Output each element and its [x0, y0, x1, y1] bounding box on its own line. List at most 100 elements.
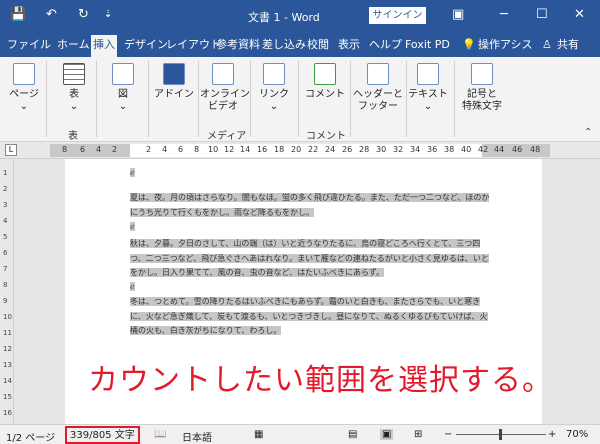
paragraph-mark: ℯ: [130, 168, 135, 177]
ruler-tick: 12: [224, 145, 235, 154]
ruler-tick: 14: [240, 145, 251, 154]
ruler-tick: 4: [162, 145, 168, 154]
comment-icon: [314, 63, 336, 85]
annotation-text: カウントしたい範囲を選択する。: [88, 363, 553, 398]
tell-me-box[interactable]: 操作アシス: [478, 37, 533, 53]
paragraph-winter[interactable]: 冬は、つとめて。雪の降りたるはいふべきにもあらず。霜のいと白きも、またさらでも、…: [130, 295, 490, 339]
ruler-tick: 4: [3, 217, 8, 225]
accessibility-icon[interactable]: ▦: [254, 429, 263, 440]
word-count[interactable]: 339/805 文字: [65, 426, 140, 444]
tab-view[interactable]: 表示: [338, 37, 360, 53]
ruler-tick: 24: [325, 145, 336, 154]
ribbon: ページ ⌄ 表 ⌄ 表 図 ⌄ アドイン オンライン ビデオ メディア リンク …: [0, 57, 600, 142]
ruler-tick: 42: [478, 145, 489, 154]
minimize-button[interactable]: ─: [500, 6, 508, 24]
online-video-icon: [212, 63, 234, 85]
page-count[interactable]: 1/2 ページ: [6, 429, 55, 444]
ruler-tick: 48: [530, 145, 541, 154]
ruler-tick: 15: [3, 393, 12, 401]
ruler-tick: 18: [274, 145, 285, 154]
addin-button[interactable]: アドイン: [154, 63, 194, 101]
picture-icon: [112, 63, 134, 85]
document-title: 文書 1 - Word: [248, 11, 320, 24]
omega-icon: [471, 63, 493, 85]
tab-selector[interactable]: L: [5, 144, 17, 156]
ribbon-display-options-icon[interactable]: ▣: [452, 6, 464, 24]
undo-icon[interactable]: ↶: [46, 7, 57, 23]
ruler-tick: 6: [3, 249, 8, 257]
tab-file[interactable]: ファイル: [7, 37, 51, 53]
print-layout-icon[interactable]: ▣: [380, 429, 394, 440]
maximize-button[interactable]: ☐: [536, 6, 548, 24]
ruler-tick: 8: [62, 145, 68, 154]
ruler-tick: 5: [3, 233, 8, 241]
paragraph-mark: ℯ: [130, 222, 135, 231]
paragraph-autumn[interactable]: 秋は、夕暮。夕日のさして、山の端（は）いと近うなりたるに、烏の寝どころへ行くとて…: [130, 237, 490, 281]
ribbon-tabs: ファイル ホーム 挿入 デザイン レイアウト 参考資料 差し込み 校閲 表示 ヘ…: [0, 33, 600, 57]
signin-button[interactable]: サインイン: [369, 7, 426, 24]
tab-mailings[interactable]: 差し込み: [262, 37, 306, 53]
ruler-tick: 10: [208, 145, 219, 154]
text-button[interactable]: テキスト ⌄: [406, 63, 450, 113]
web-layout-icon[interactable]: ⊞: [414, 429, 422, 440]
comment-button[interactable]: コメント: [304, 63, 346, 101]
ruler-tick: 13: [3, 361, 12, 369]
read-mode-icon[interactable]: ▤: [348, 429, 357, 440]
ruler-tick: 1: [3, 169, 8, 177]
picture-button[interactable]: 図 ⌄: [106, 63, 140, 113]
tab-review[interactable]: 校閲: [307, 37, 329, 53]
symbols-button[interactable]: 記号と 特殊文字: [456, 63, 508, 113]
text-icon: [417, 63, 439, 85]
ruler-tick: 46: [512, 145, 523, 154]
ruler-tick: 28: [359, 145, 370, 154]
ruler-tick: 20: [291, 145, 302, 154]
proofing-icon[interactable]: 📖: [154, 429, 166, 440]
page-button[interactable]: ページ ⌄: [8, 63, 40, 113]
ruler-tick: 2: [112, 145, 118, 154]
online-video-button[interactable]: オンライン ビデオ: [200, 63, 250, 113]
ruler-tick: 16: [3, 409, 12, 417]
save-icon[interactable]: 💾: [10, 7, 26, 23]
zoom-in-button[interactable]: +: [548, 429, 556, 440]
zoom-out-button[interactable]: −: [444, 429, 452, 440]
separator: [454, 61, 455, 137]
status-bar: 1/2 ページ 339/805 文字 📖 日本語 ▦ ▤ ▣ ⊞ − + 70%: [0, 424, 600, 444]
tab-references[interactable]: 参考資料: [216, 37, 260, 53]
ruler-tick: 8: [194, 145, 200, 154]
close-button[interactable]: ✕: [574, 6, 585, 24]
redo-icon[interactable]: ↻: [78, 7, 89, 23]
ruler-tick: 10: [3, 313, 12, 321]
separator: [250, 61, 251, 137]
tab-foxit[interactable]: Foxit PD: [405, 37, 450, 53]
paragraph-summer[interactable]: 夏は、夜。月の頃はさらなり。闇もなほ。蛍の多く飛び違ひたる。また、ただ一つ二つな…: [130, 191, 490, 220]
collapse-ribbon-icon[interactable]: ⌃: [584, 127, 592, 138]
language[interactable]: 日本語: [182, 429, 212, 444]
table-button[interactable]: 表 ⌄: [56, 63, 92, 113]
tab-help[interactable]: ヘルプ: [369, 37, 402, 53]
share-button[interactable]: 共有: [557, 37, 579, 53]
horizontal-ruler: L 8 6 4 2 2 4 6 8 10 12 14 16 18 20 22 2…: [0, 142, 600, 159]
ruler-tick: 16: [257, 145, 268, 154]
ruler-tick: 11: [3, 329, 12, 337]
separator: [148, 61, 149, 137]
ruler-tick: 30: [376, 145, 387, 154]
link-button[interactable]: リンク ⌄: [256, 63, 292, 113]
zoom-level[interactable]: 70%: [566, 429, 588, 440]
quick-access-menu-icon[interactable]: ⇣: [104, 7, 112, 23]
ruler-tick: 6: [80, 145, 86, 154]
ruler-tick: 3: [3, 201, 8, 209]
zoom-slider-thumb[interactable]: [499, 429, 502, 440]
tab-design[interactable]: デザイン: [124, 37, 168, 53]
tab-insert[interactable]: 挿入: [91, 35, 117, 57]
ruler-tick: 36: [427, 145, 438, 154]
separator: [198, 61, 199, 137]
tab-home[interactable]: ホーム: [57, 37, 90, 53]
group-label-table: 表: [68, 131, 78, 142]
header-footer-button[interactable]: ヘッダーと フッター: [352, 63, 404, 113]
ruler-tick: 6: [178, 145, 184, 154]
ruler-tick: 7: [3, 265, 8, 273]
addin-icon: [163, 63, 185, 85]
separator: [350, 61, 351, 137]
ruler-tick: 4: [96, 145, 102, 154]
tab-layout[interactable]: レイアウト: [166, 37, 221, 53]
